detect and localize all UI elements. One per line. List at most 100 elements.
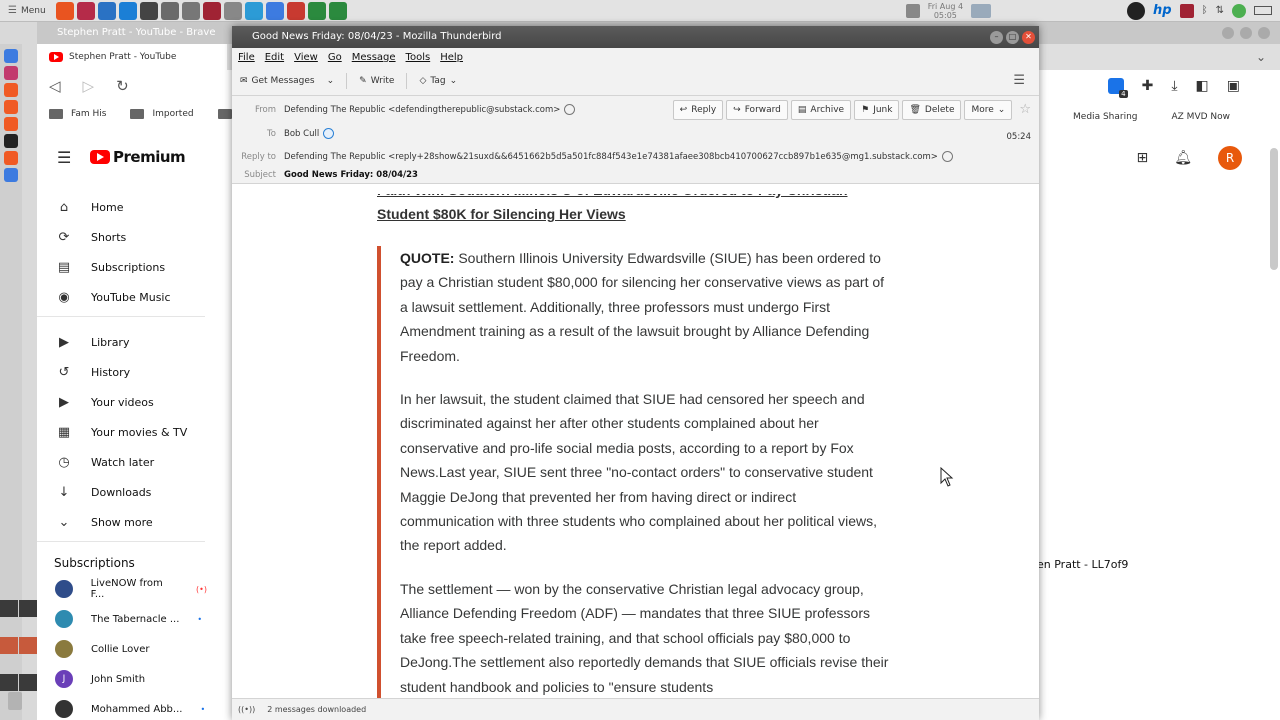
avatar[interactable]: R: [1218, 146, 1242, 170]
to-value[interactable]: Bob Cull: [284, 129, 319, 139]
launcher-app-icon[interactable]: [56, 1, 74, 20]
bluetooth-icon[interactable]: ᛒ: [1202, 5, 1208, 16]
dock-app-icon[interactable]: [4, 83, 18, 97]
sidebar-toggle-icon[interactable]: ◧: [1196, 78, 1209, 94]
sidebar-item-library[interactable]: ▶ Library: [37, 327, 207, 357]
dock-app-icon[interactable]: [4, 151, 18, 165]
add-contact-icon[interactable]: [564, 104, 576, 115]
menu-item-view[interactable]: View: [294, 52, 318, 63]
bookmark-fam-his[interactable]: Fam His: [49, 109, 106, 119]
extension-badge-icon[interactable]: 4: [1107, 78, 1128, 98]
page-scrollbar[interactable]: [1270, 148, 1278, 270]
dock-app-icon[interactable]: [4, 117, 18, 131]
brave-close-button[interactable]: [1258, 27, 1270, 39]
menu-item-go[interactable]: Go: [328, 52, 342, 63]
star-icon[interactable]: ☆: [1019, 100, 1031, 120]
launcher-app-icon[interactable]: [119, 1, 137, 20]
subscription-item[interactable]: LiveNOW from F... (•): [37, 574, 207, 604]
more-button[interactable]: More ⌄: [964, 100, 1013, 120]
display-icon[interactable]: [971, 3, 992, 18]
subscription-item[interactable]: Mohammed Abb... •: [37, 694, 207, 720]
launcher-app-icon[interactable]: [140, 1, 158, 20]
sidebar-item-shorts[interactable]: ⟳ Shorts: [37, 222, 207, 252]
workspace-6[interactable]: [19, 674, 37, 691]
workspace-1[interactable]: [0, 600, 18, 617]
guide-menu-icon[interactable]: ☰: [57, 148, 71, 167]
message-body[interactable]: Faith Win: Southern Illinois U of Edward…: [232, 194, 1039, 698]
red-app-icon[interactable]: [1179, 3, 1194, 18]
dock-app-icon[interactable]: [4, 66, 18, 80]
tab-list-chevron-icon[interactable]: ⌄: [1256, 50, 1280, 64]
sidebar-item-watch-later[interactable]: ◷ Watch later: [37, 447, 207, 477]
notifications-bell-icon[interactable]: 🔔︎: [1174, 150, 1192, 166]
sidebar-item-history[interactable]: ↺ History: [37, 357, 207, 387]
workspace-3[interactable]: [0, 637, 18, 654]
launcher-app-icon[interactable]: [161, 1, 179, 20]
wallet-icon[interactable]: ▣: [1227, 78, 1240, 94]
launcher-app-icon[interactable]: [98, 1, 116, 20]
minimize-button[interactable]: –: [990, 30, 1003, 44]
brave-maximize-button[interactable]: [1240, 27, 1252, 39]
menu-item-edit[interactable]: Edit: [265, 52, 284, 63]
brave-minimize-button[interactable]: [1222, 27, 1234, 39]
workspace-4[interactable]: [19, 637, 37, 654]
clock[interactable]: Fri Aug 4 05:05: [928, 2, 963, 20]
activity-icon[interactable]: ((•)): [238, 705, 255, 714]
sidebar-item-show-more[interactable]: ⌄ Show more: [37, 507, 207, 537]
extensions-puzzle-icon[interactable]: ✚: [1142, 78, 1154, 94]
youtube-premium-logo[interactable]: Premium: [90, 148, 186, 166]
app-menu-icon[interactable]: ☰: [1013, 73, 1039, 88]
trash-icon[interactable]: [8, 692, 22, 710]
workspace-5[interactable]: [0, 674, 18, 691]
video-title[interactable]: en Pratt - LL7of9: [1037, 558, 1128, 571]
sidebar-item-your-videos[interactable]: ▶ Your videos: [37, 387, 207, 417]
subscription-item[interactable]: Collie Lover: [37, 634, 207, 664]
dock-app-icon[interactable]: [4, 100, 18, 114]
menu-button[interactable]: ☰ Menu: [0, 5, 56, 16]
volume-icon[interactable]: [905, 3, 920, 18]
sidebar-item-downloads[interactable]: ↓ Downloads: [37, 477, 207, 507]
dock-app-icon[interactable]: [4, 168, 18, 182]
article-headline[interactable]: Faith Win: Southern Illinois U of Edward…: [377, 194, 897, 226]
get-messages-button[interactable]: ✉ Get Messages: [240, 76, 315, 86]
maximize-button[interactable]: □: [1006, 30, 1019, 44]
get-messages-dropdown-icon[interactable]: ⌄: [327, 76, 335, 86]
launcher-app-icon[interactable]: [77, 1, 95, 20]
obs-icon[interactable]: [1127, 1, 1146, 20]
launcher-app-icon[interactable]: [203, 1, 221, 20]
launcher-app-icon[interactable]: [329, 1, 347, 20]
menu-item-file[interactable]: File: [238, 52, 255, 63]
reply-button[interactable]: ↩ Reply: [672, 100, 724, 120]
launcher-app-icon[interactable]: [287, 1, 305, 20]
launcher-app-icon[interactable]: [266, 1, 284, 20]
contact-icon[interactable]: [323, 128, 335, 139]
bookmark-az-mvd-now[interactable]: AZ MVD Now: [1158, 112, 1231, 122]
write-button[interactable]: ✎ Write: [359, 76, 394, 86]
back-icon[interactable]: ◁: [49, 77, 61, 95]
forward-icon[interactable]: ▷: [83, 77, 95, 95]
downloads-icon[interactable]: ⤓: [1171, 78, 1177, 94]
reload-icon[interactable]: ↻: [116, 77, 129, 95]
dock-app-icon[interactable]: [4, 134, 18, 148]
sidebar-item-your-movies-tv[interactable]: ▦ Your movies & TV: [37, 417, 207, 447]
add-contact-icon[interactable]: [941, 151, 953, 162]
subscription-item[interactable]: J John Smith: [37, 664, 207, 694]
sidebar-item-home[interactable]: ⌂ Home: [37, 192, 207, 222]
menu-item-message[interactable]: Message: [352, 52, 396, 63]
bookmark-media-sharing[interactable]: Media Sharing: [1073, 112, 1137, 122]
close-button[interactable]: ✕: [1022, 30, 1035, 44]
launcher-app-icon[interactable]: [245, 1, 263, 20]
junk-button[interactable]: ⚑ Junk: [854, 100, 900, 120]
hp-icon[interactable]: hp: [1153, 3, 1172, 18]
workspace-2[interactable]: [19, 600, 37, 617]
update-icon[interactable]: [1232, 3, 1246, 18]
dock-app-icon[interactable]: [4, 49, 18, 63]
tab-youtube[interactable]: Stephen Pratt - YouTube: [37, 44, 227, 70]
delete-button[interactable]: 🗑︎ Delete: [902, 100, 962, 120]
archive-button[interactable]: ▤ Archive: [790, 100, 852, 120]
from-value[interactable]: Defending The Republic <defendingtherepu…: [284, 105, 560, 115]
forward-button[interactable]: ↪ Forward: [726, 100, 788, 120]
tag-button[interactable]: ◇ Tag ⌄: [419, 76, 457, 86]
sidebar-item-subscriptions[interactable]: ▤ Subscriptions: [37, 252, 207, 282]
subscription-item[interactable]: The Tabernacle ... •: [37, 604, 207, 634]
